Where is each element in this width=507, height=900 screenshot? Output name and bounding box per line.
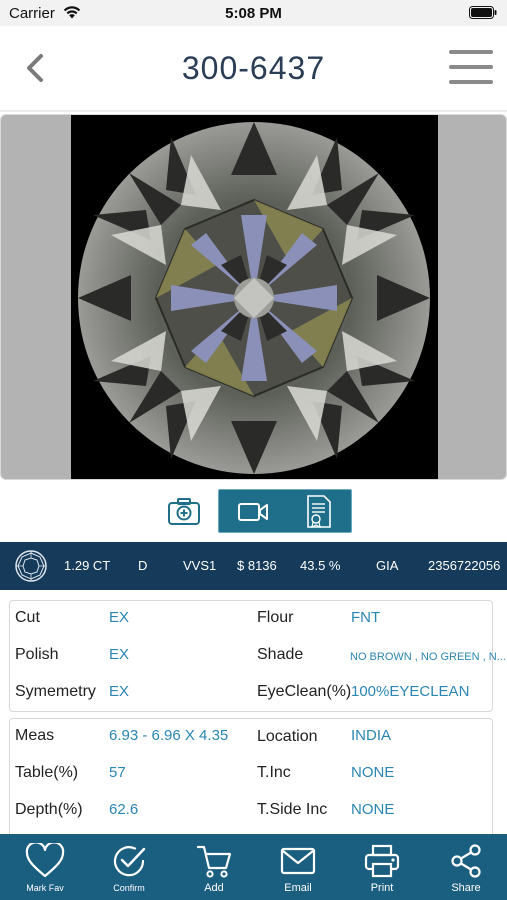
media-tabs [0, 489, 507, 533]
location-value: INDIA [351, 727, 392, 744]
meas-label: Meas [15, 727, 55, 744]
detail-row: Symemetry EX EyeClean(%) 100%EYECLEAN [10, 683, 494, 713]
flour-label: Flour [257, 609, 294, 626]
eyeclean-label: EyeClean(%) [257, 683, 352, 700]
heart-icon [25, 843, 65, 878]
tsideinc-label: T.Side Inc [257, 801, 328, 818]
tab-video[interactable] [233, 496, 273, 528]
mark-fav-label: Mark Fav [26, 883, 64, 893]
shade-value: NO BROWN , NO GREEN , N... [350, 651, 506, 663]
certificate-icon [307, 495, 331, 529]
detail-row: Table(%) 57 T.Inc NONE [10, 764, 494, 794]
summary-cert-number: 2356722056 [428, 558, 501, 573]
table-value: 57 [109, 764, 126, 781]
share-label: Share [451, 882, 481, 894]
camera-icon [168, 498, 200, 525]
cut-label: Cut [15, 609, 40, 626]
add-label: Add [204, 882, 224, 894]
polish-label: Polish [15, 646, 59, 663]
bottom-action-bar: Mark Fav Confirm Add Email Print Share [0, 834, 507, 900]
cut-value: EX [109, 609, 130, 626]
depth-value: 62.6 [109, 801, 139, 818]
tinc-label: T.Inc [257, 764, 291, 781]
symmetry-label: Symemetry [15, 683, 96, 700]
meas-value: 6.93 - 6.96 X 4.35 [109, 727, 229, 744]
hamburger-line [449, 80, 493, 84]
envelope-icon [280, 847, 316, 875]
polish-value: EX [109, 646, 130, 663]
detail-row: Cut EX Flour FNT [10, 609, 494, 639]
diamond-photo [78, 122, 430, 474]
cart-icon [196, 845, 232, 878]
depth-label: Depth(%) [15, 801, 83, 818]
summary-discount: 43.5 % [300, 558, 341, 573]
confirm-label: Confirm [113, 883, 145, 893]
share-icon [451, 844, 481, 878]
tab-photo[interactable] [164, 491, 204, 531]
battery-icon [469, 6, 497, 19]
hamburger-menu-icon [449, 50, 493, 54]
details-card-primary: Cut EX Flour FNT Polish EX Shade NO BROW… [9, 600, 506, 713]
page-title: 300-6437 [181, 50, 326, 86]
printer-icon [364, 844, 400, 878]
diamond-media-frame[interactable] [0, 114, 507, 480]
media-tab-group [218, 489, 352, 533]
email-label: Email [284, 882, 312, 894]
flour-value: FNT [351, 609, 381, 626]
shade-label: Shade [257, 646, 304, 663]
summary-clarity: VVS1 [183, 558, 217, 573]
share-button[interactable]: Share [424, 834, 507, 900]
add-to-cart-button[interactable]: Add [172, 834, 256, 900]
hamburger-line [449, 65, 493, 69]
status-time: 5:08 PM [225, 5, 282, 22]
tab-certificate[interactable] [301, 493, 337, 531]
detail-row: Polish EX Shade NO BROWN , NO GREEN , N.… [10, 646, 506, 676]
nav-bar: 300-6437 [0, 26, 507, 112]
status-bar: Carrier 5:08 PM [0, 0, 507, 26]
print-button[interactable]: Print [340, 834, 424, 900]
detail-row: Meas 6.93 - 6.96 X 4.35 Location INDIA [10, 727, 494, 757]
check-circle-icon [113, 846, 146, 877]
summary-price: $ 8136 [237, 558, 277, 573]
menu-button[interactable] [449, 50, 493, 84]
diamond-image [71, 115, 438, 479]
round-diamond-icon [15, 550, 47, 582]
email-button[interactable]: Email [256, 834, 340, 900]
confirm-button[interactable]: Confirm [87, 834, 171, 900]
details-card-secondary: Meas 6.93 - 6.96 X 4.35 Location INDIA T… [9, 718, 493, 838]
eyeclean-value: 100%EYECLEAN [351, 683, 470, 700]
symmetry-value: EX [109, 683, 130, 700]
location-label: Location [257, 728, 318, 745]
summary-color: D [138, 558, 148, 573]
table-label: Table(%) [15, 764, 79, 781]
detail-row: Depth(%) 62.6 T.Side Inc NONE [10, 801, 494, 831]
stone-summary-bar: 1.29 CT D VVS1 $ 8136 43.5 % GIA 2356722… [0, 542, 507, 590]
tsideinc-value: NONE [351, 801, 395, 818]
print-label: Print [370, 882, 394, 894]
summary-lab: GIA [376, 558, 399, 573]
mark-fav-button[interactable]: Mark Fav [3, 834, 87, 900]
summary-carat: 1.29 CT [64, 558, 111, 573]
video-camera-icon [238, 503, 268, 521]
tinc-value: NONE [351, 764, 395, 781]
